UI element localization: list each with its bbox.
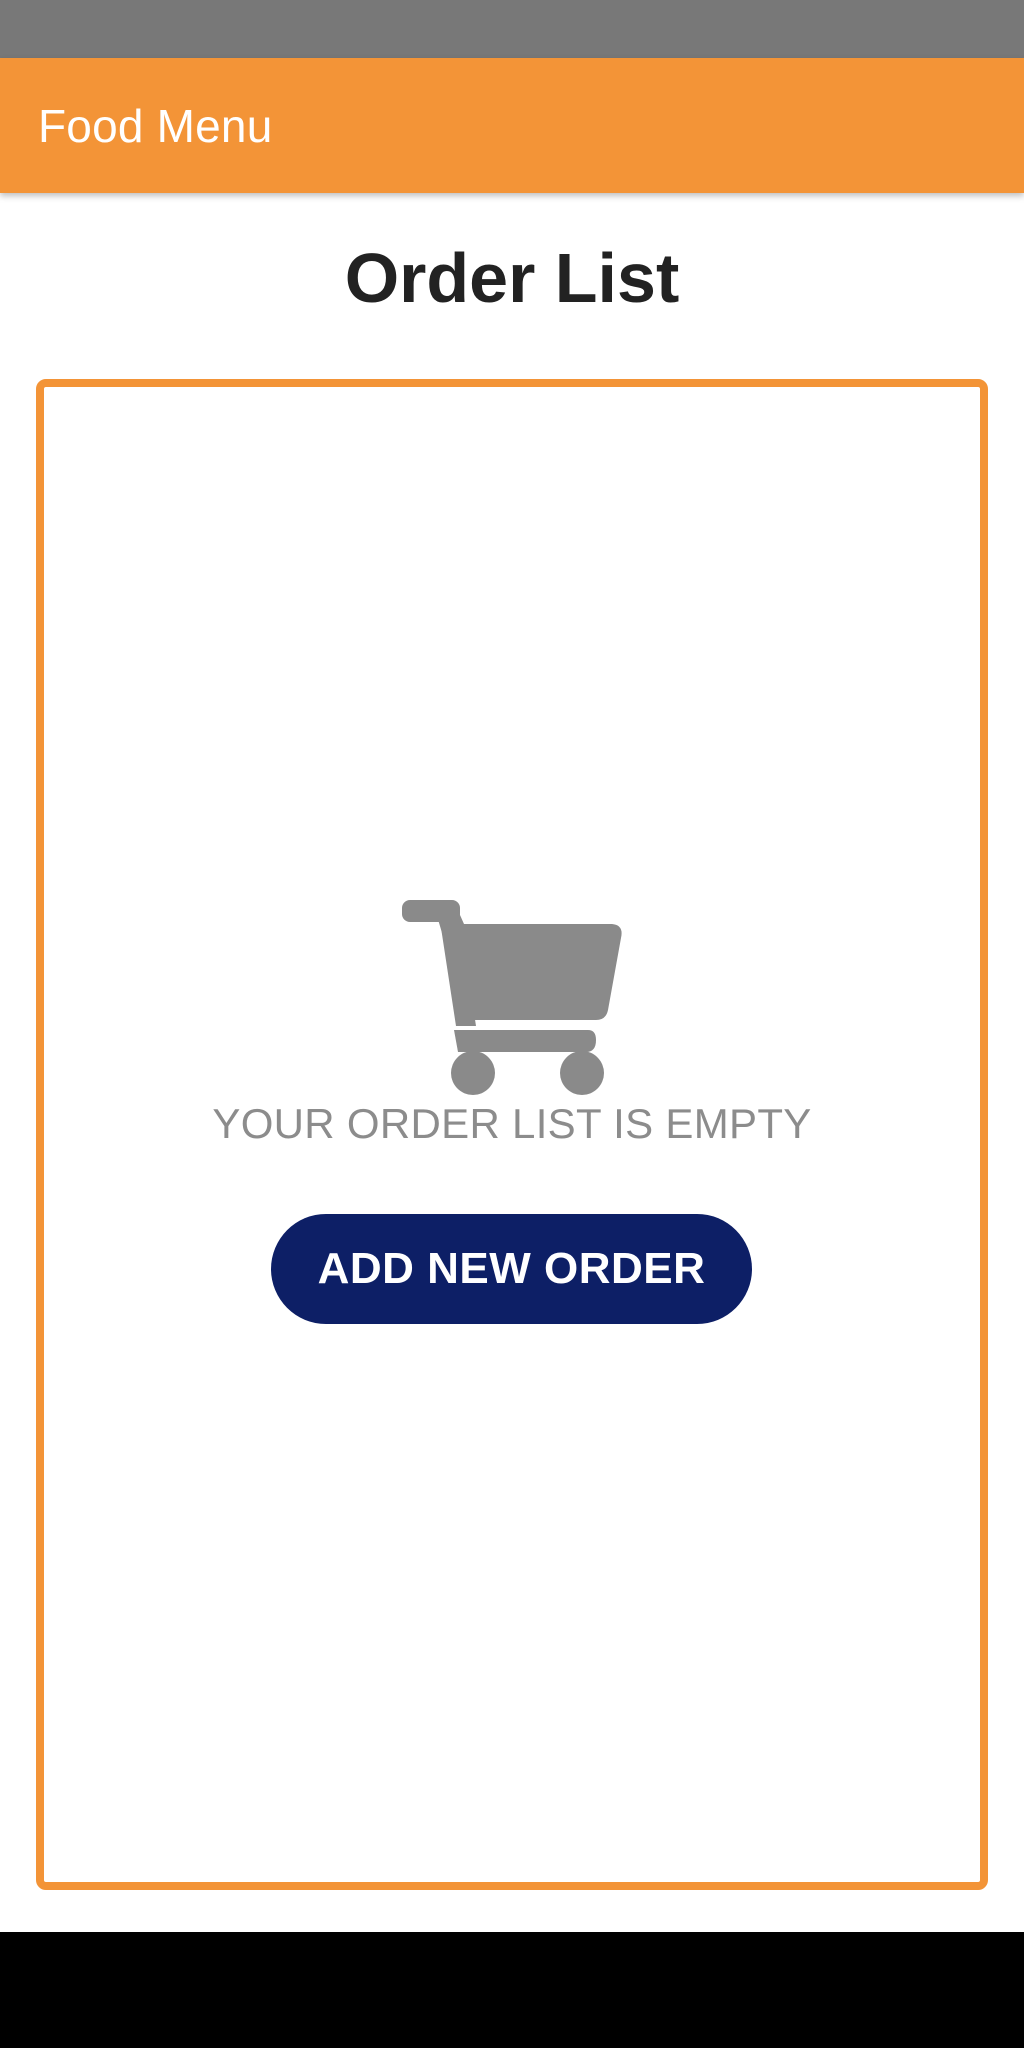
empty-order-message: YOUR ORDER LIST IS EMPTY <box>212 1100 812 1147</box>
status-bar <box>0 0 1024 58</box>
page-title: Order List <box>344 239 680 317</box>
shopping-cart-icon <box>402 900 622 1095</box>
app-bar: Food Menu <box>0 58 1024 193</box>
app-bar-title: Food Menu <box>38 99 273 152</box>
navigation-bar <box>0 1932 1024 2048</box>
add-new-order-button[interactable]: ADD NEW ORDER <box>271 1214 752 1324</box>
